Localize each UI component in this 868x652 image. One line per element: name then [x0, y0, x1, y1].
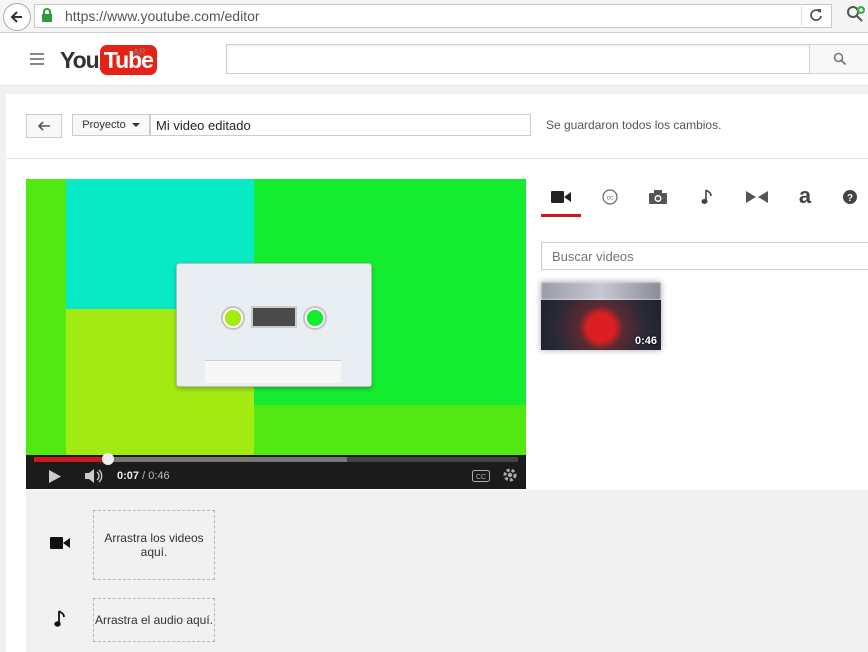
tab-videos[interactable] [541, 182, 581, 212]
logo-text-tube: Tube [99, 45, 157, 75]
video-result-thumbnail[interactable]: 0:46 [541, 282, 661, 350]
thumbnail-duration: 0:46 [634, 335, 657, 347]
cassette-image [176, 263, 372, 387]
audio-drop-zone[interactable]: Arrastra el audio aquí. [93, 598, 215, 642]
tab-transitions[interactable] [737, 182, 777, 212]
video-drop-label: Arrastra los videos aquí. [104, 531, 204, 559]
project-title-input[interactable] [150, 114, 531, 136]
logo-text-you: You [60, 46, 100, 73]
svg-text:?: ? [847, 193, 853, 204]
text-icon: a [799, 187, 812, 207]
help-icon: ? [843, 190, 857, 204]
cassette-reel-left [221, 306, 245, 330]
thumbnail-title-bar [541, 282, 661, 300]
tab-help[interactable]: ? [830, 182, 868, 212]
divider [6, 158, 868, 159]
project-menu-label: Proyecto [82, 119, 126, 131]
browser-toolbar: https://www.youtube.com/editor [0, 0, 868, 33]
extension-search-icon[interactable] [846, 5, 866, 25]
editor-panel: Proyecto Se guardaron todos los cambios.… [6, 94, 868, 652]
time-display: 0:07 / 0:46 [117, 470, 170, 482]
browser-back-button[interactable] [3, 3, 31, 31]
tab-text[interactable]: a [785, 182, 825, 212]
region-label: AR [133, 47, 146, 57]
captions-cc-icon[interactable]: CC [472, 470, 490, 482]
gear-icon[interactable] [502, 467, 518, 483]
address-bar[interactable]: https://www.youtube.com/editor [34, 4, 832, 28]
svg-text:CC: CC [476, 474, 486, 481]
svg-text:cc: cc [607, 195, 614, 202]
video-drop-zone[interactable]: Arrastra los videos aquí. [93, 510, 215, 580]
camera-icon [649, 190, 667, 204]
play-icon[interactable] [48, 469, 62, 484]
duration: 0:46 [148, 470, 170, 482]
tab-audio[interactable] [687, 182, 727, 212]
svg-text:a: a [799, 187, 812, 207]
search-icon [833, 52, 846, 66]
url-divider [801, 7, 802, 25]
music-note-icon [701, 189, 712, 204]
volume-icon[interactable] [84, 468, 104, 484]
video-frame [26, 179, 526, 455]
current-time: 0:07 [117, 470, 140, 482]
lock-icon [42, 8, 52, 22]
time-separator: / [139, 470, 149, 482]
project-menu-button[interactable]: Proyecto [72, 114, 150, 136]
menu-icon[interactable] [30, 53, 44, 68]
editor-back-button[interactable] [26, 114, 62, 138]
transitions-icon [746, 191, 768, 203]
tab-captions[interactable]: cc [590, 182, 630, 212]
search-videos-input[interactable] [541, 242, 868, 270]
timeline: Arrastra los videos aquí. Arrastra el au… [26, 490, 868, 652]
youtube-header: You Tube [0, 33, 868, 86]
save-status: Se guardaron todos los cambios. [546, 118, 722, 132]
cassette-bottom [205, 360, 341, 383]
arrow-left-icon [10, 11, 22, 23]
tab-photos[interactable] [638, 182, 678, 212]
url-text: https://www.youtube.com/editor [65, 8, 260, 24]
caret-down-icon [131, 123, 140, 127]
progress-played [34, 457, 108, 462]
search-button[interactable] [809, 44, 868, 74]
arrow-back-icon [37, 121, 50, 131]
progress-handle[interactable] [102, 453, 114, 465]
video-track-icon [50, 537, 70, 549]
audio-drop-label: Arrastra el audio aquí. [94, 613, 214, 627]
video-player[interactable]: 0:07 / 0:46 CC [26, 179, 526, 489]
audio-track-icon [54, 610, 65, 627]
cassette-window [251, 306, 297, 328]
search-input[interactable] [226, 44, 814, 74]
active-tab-indicator [541, 214, 581, 217]
reload-icon[interactable] [809, 8, 823, 22]
video-camera-icon [551, 191, 571, 203]
player-controls: 0:07 / 0:46 CC [26, 453, 526, 489]
cassette-reel-right [303, 306, 327, 330]
captions-icon: cc [602, 189, 618, 205]
